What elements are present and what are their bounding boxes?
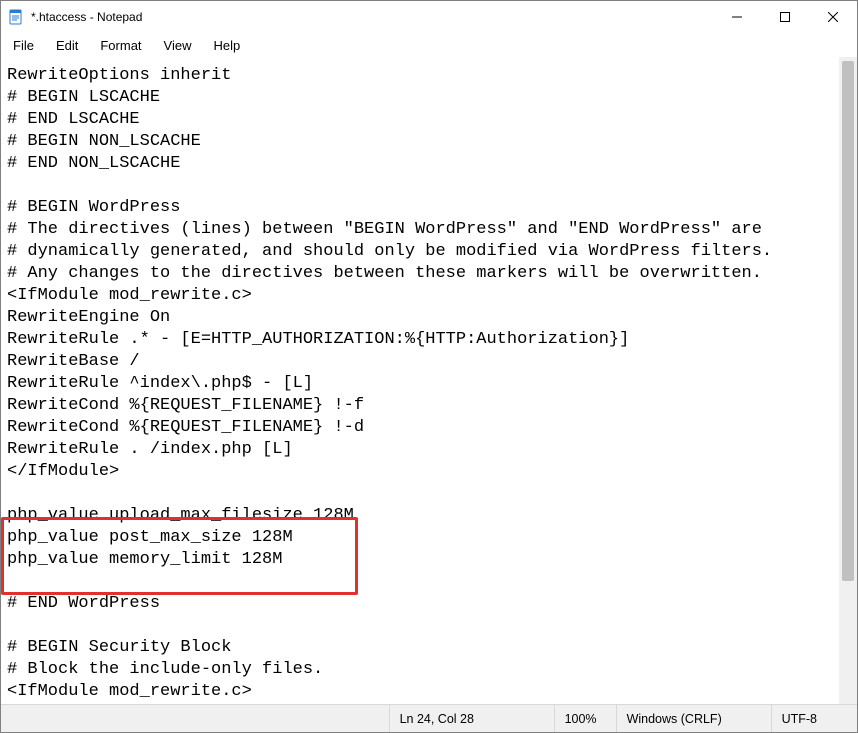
maximize-button[interactable]	[761, 1, 809, 33]
menu-bar: File Edit Format View Help	[1, 33, 857, 57]
menu-format[interactable]: Format	[92, 36, 149, 55]
window-controls	[713, 1, 857, 33]
vertical-scrollbar[interactable]	[839, 57, 857, 704]
notepad-app-icon	[7, 8, 25, 26]
menu-view[interactable]: View	[156, 36, 200, 55]
text-editor[interactable]: RewriteOptions inherit # BEGIN LSCACHE #…	[1, 57, 857, 704]
menu-file[interactable]: File	[5, 36, 42, 55]
status-line-ending: Windows (CRLF)	[616, 705, 771, 732]
status-encoding: UTF-8	[771, 705, 857, 732]
close-button[interactable]	[809, 1, 857, 33]
menu-help[interactable]: Help	[205, 36, 248, 55]
status-zoom: 100%	[554, 705, 616, 732]
status-bar: Ln 24, Col 28 100% Windows (CRLF) UTF-8	[1, 704, 857, 732]
editor-viewport: RewriteOptions inherit # BEGIN LSCACHE #…	[1, 57, 857, 704]
title-bar: *.htaccess - Notepad	[1, 1, 857, 33]
menu-edit[interactable]: Edit	[48, 36, 86, 55]
status-line-col: Ln 24, Col 28	[389, 705, 554, 732]
scrollbar-thumb[interactable]	[842, 61, 854, 581]
minimize-button[interactable]	[713, 1, 761, 33]
window-title: *.htaccess - Notepad	[31, 10, 713, 24]
